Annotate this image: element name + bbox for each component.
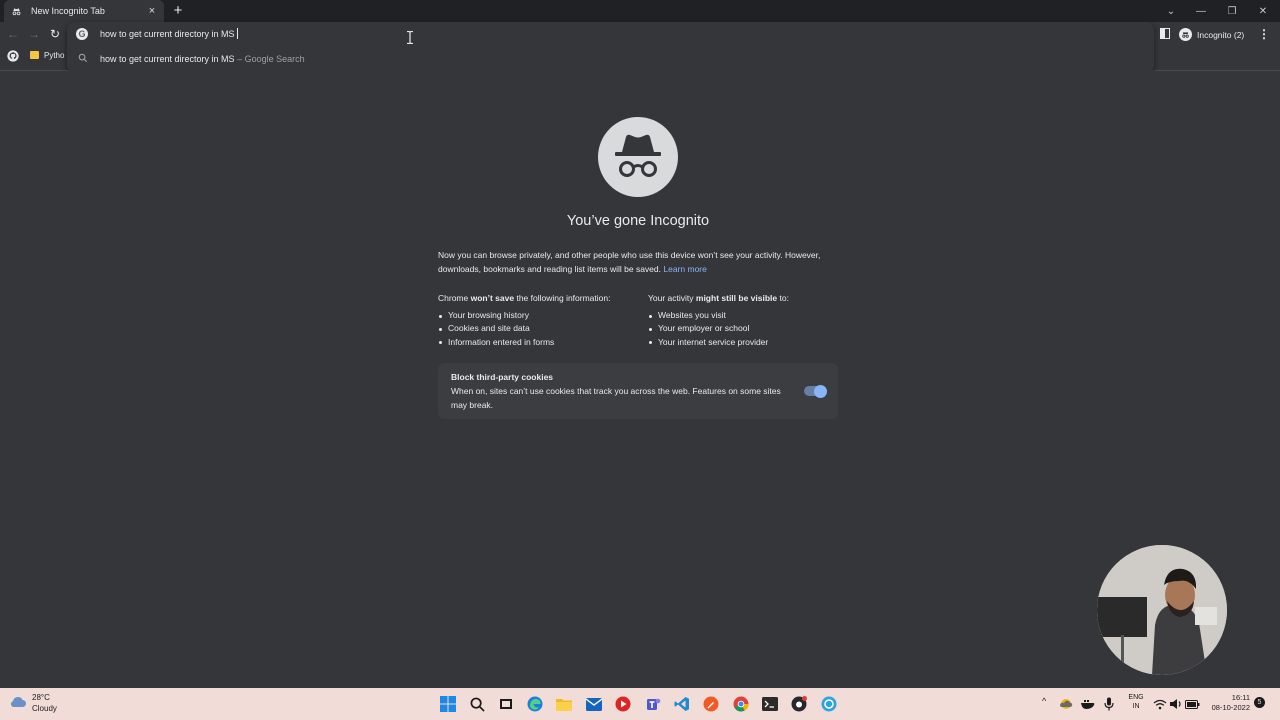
suggestion-text: how to get current directory in MS – Goo… [100,54,305,64]
omnibox[interactable]: G how to get current directory in MS how… [67,22,1154,73]
mail-icon[interactable] [585,695,603,713]
omnibox-value: how to get current directory in MS [100,29,235,39]
browser-menu-icon[interactable]: ⋮ [1258,27,1270,41]
notification-badge[interactable]: 5 [1254,697,1265,708]
edge-icon[interactable] [526,695,544,713]
battery-icon[interactable] [1184,696,1200,712]
suggestion-query: how to get current directory in MS [100,54,235,64]
onedrive-icon[interactable] [1058,696,1074,712]
cookies-title: Block third-party cookies [451,372,554,382]
media-player-icon[interactable] [614,695,632,713]
system-clock[interactable]: 16:11 08-10-2022 [1206,693,1250,713]
search-icon [78,53,88,63]
learn-more-link[interactable]: Learn more [663,264,706,274]
language-line1: ENG [1128,694,1144,701]
weather-condition[interactable]: Cloudy [32,704,57,713]
not-saved-emphasis: won’t save [470,293,515,303]
profile-incognito-button[interactable]: Incognito (2) [1176,26,1250,43]
chrome-icon[interactable] [732,695,750,713]
back-button[interactable]: ← [5,26,21,42]
incognito-icon [10,5,22,17]
intro-text: Now you can browse privately, and other … [438,249,838,276]
reload-button[interactable]: ↻ [47,26,63,42]
clock-date: 08-10-2022 [1211,703,1250,712]
list-item: Your employer or school [648,322,848,335]
postman-icon[interactable] [702,695,720,713]
terminal-icon[interactable] [761,695,779,713]
incognito-hero-icon [598,117,678,197]
github-desktop-icon[interactable] [790,695,808,713]
volume-icon[interactable] [1168,696,1184,712]
weather-temp[interactable]: 28°C [32,693,50,702]
tab-close-icon[interactable]: × [146,5,158,17]
not-saved-heading: Chrome won’t save the following informat… [438,292,638,306]
incognito-avatar-icon [1179,28,1192,41]
forward-button[interactable]: → [26,26,42,42]
github-icon[interactable] [7,50,19,62]
list-item: Information entered in forms [438,336,638,349]
cookies-description: When on, sites can’t use cookies that tr… [451,386,781,410]
microphone-icon[interactable] [1101,696,1117,712]
tab-search-icon[interactable]: ⌄ [1156,0,1186,22]
edge-beta-icon[interactable] [820,695,838,713]
windows-start-icon[interactable] [439,695,457,713]
intro-body: Now you can browse privately, and other … [438,250,821,274]
still-visible-tail: to: [779,293,789,303]
list-item: Your browsing history [438,309,638,322]
screen: New Incognito Tab × + ⌄ — ❐ ✕ ← → ↻ Pyth… [0,0,1280,720]
close-window-button[interactable]: ✕ [1248,0,1278,22]
text-caret [236,28,238,39]
new-tab-button[interactable]: + [170,2,186,20]
list-item: Cookies and site data [438,322,638,335]
webcam-overlay [1097,545,1227,675]
not-saved-column: Chrome won’t save the following informat… [438,292,638,349]
file-explorer-icon[interactable] [555,695,573,713]
suggestion-item[interactable]: how to get current directory in MS – Goo… [67,49,1154,69]
teams-icon[interactable] [644,695,662,713]
omnibox-input-row[interactable]: G how to get current directory in MS [67,22,1154,47]
cloud-icon[interactable] [9,694,27,708]
task-view-icon[interactable] [497,695,515,713]
side-panel-icon[interactable] [1160,28,1170,39]
suggestion-source: – Google Search [234,54,305,64]
text-cursor-icon [407,31,413,44]
language-line2: IN [1132,703,1140,710]
not-saved-tail: the following information: [516,293,611,303]
language-indicator[interactable]: ENG IN [1126,693,1146,711]
not-saved-lead: Chrome [438,293,469,303]
tab-title: New Incognito Tab [31,6,105,16]
list-item: Websites you visit [648,309,848,322]
search-taskbar-icon[interactable] [468,695,486,713]
profile-label: Incognito (2) [1197,29,1245,40]
bookmark-python[interactable]: Pytho [44,51,64,60]
restore-button[interactable]: ❐ [1217,0,1247,22]
tab-strip: New Incognito Tab × + ⌄ — ❐ ✕ [0,0,1280,22]
vs-code-icon[interactable] [673,695,691,713]
omnibox-input[interactable]: how to get current directory in MS [100,28,238,39]
still-visible-emphasis: might still be visible [695,293,778,303]
folder-icon [30,51,39,59]
third-party-cookies-card: Block third-party cookies When on, sites… [438,363,838,419]
still-visible-lead: Your activity [648,293,694,303]
still-visible-list: Websites you visit Your employer or scho… [648,309,848,349]
docker-icon[interactable] [1080,696,1096,712]
not-saved-list: Your browsing history Cookies and site d… [438,309,638,349]
still-visible-heading: Your activity might still be visible to: [648,292,848,306]
list-item: Your internet service provider [648,336,848,349]
page-title: You’ve gone Incognito [566,213,710,229]
cookies-toggle-knob[interactable] [814,384,827,398]
google-icon: G [76,28,88,40]
tray-chevron-icon[interactable]: ^ [1042,696,1046,706]
clock-time: 16:11 [1231,693,1250,702]
still-visible-column: Your activity might still be visible to:… [648,292,848,349]
tab-new-incognito[interactable]: New Incognito Tab × [4,0,164,22]
minimize-button[interactable]: — [1186,0,1216,22]
wifi-icon[interactable] [1152,696,1168,712]
